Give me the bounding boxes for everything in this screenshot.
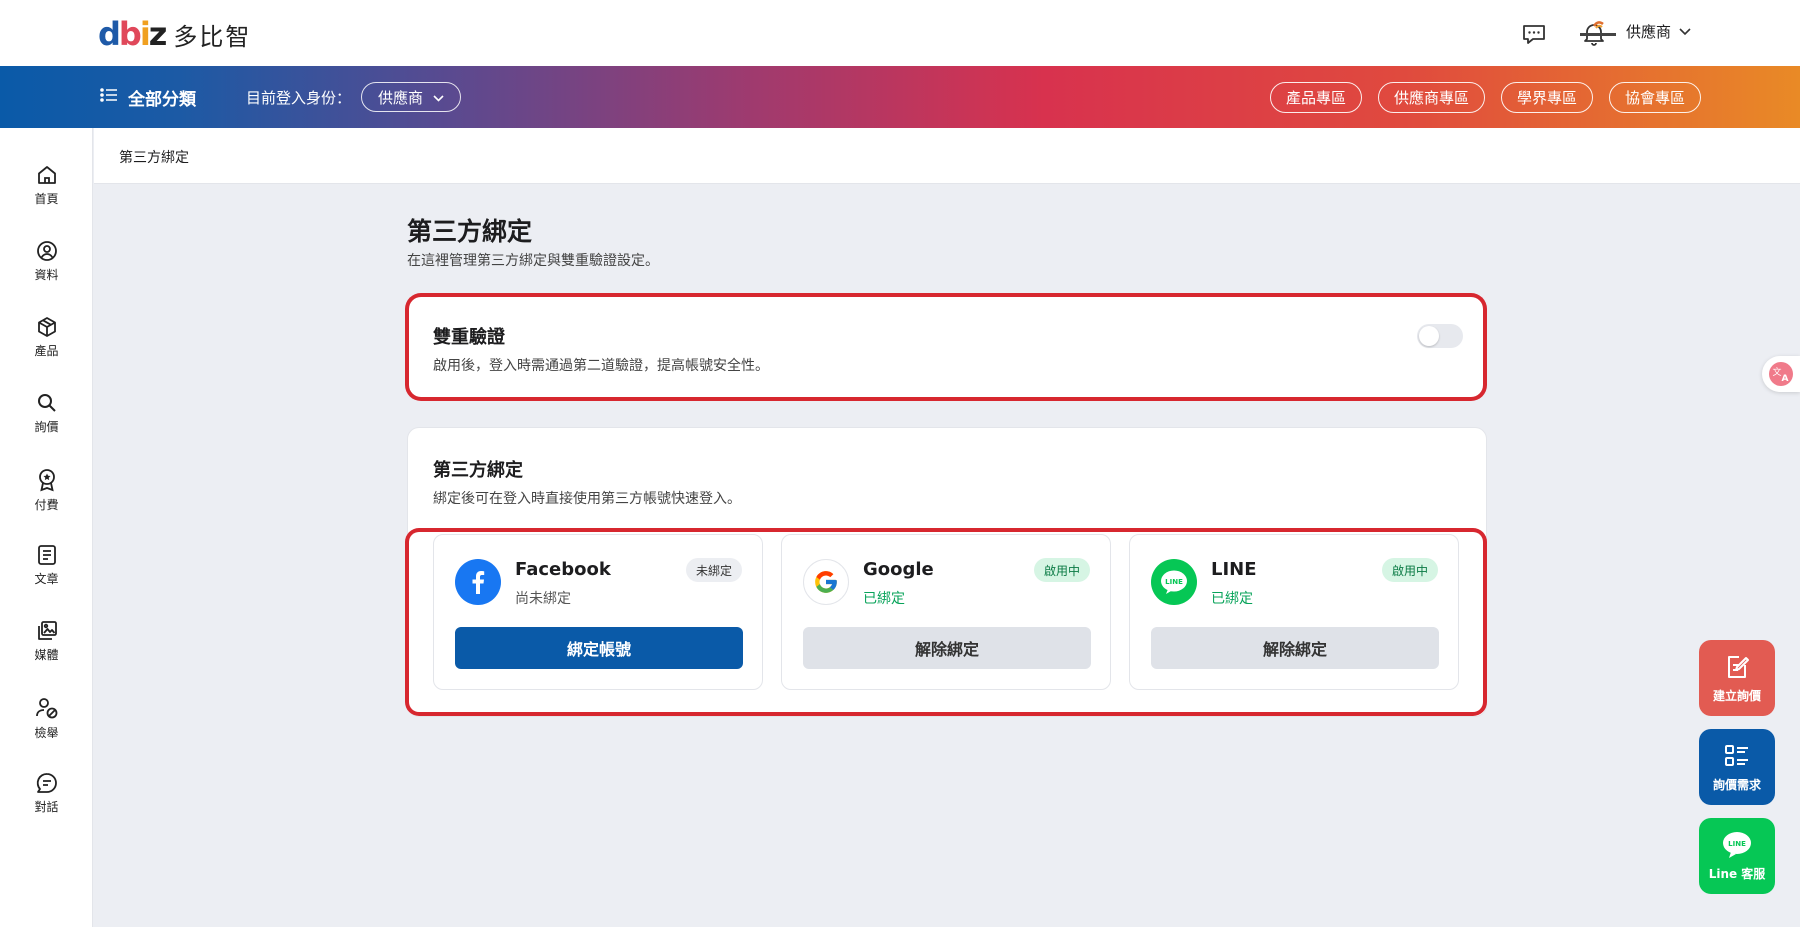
- two-factor-title: 雙重驗證: [433, 327, 505, 348]
- category-navbar: 全部分類 目前登入身份： 供應商 產品專區 供應商專區 學界專區 協會專區: [0, 66, 1800, 128]
- provider-name: Facebook: [515, 559, 611, 580]
- svg-text:文: 文: [1772, 366, 1781, 378]
- unbind-google-button[interactable]: 解除綁定: [803, 627, 1091, 669]
- sidebar-item-payment[interactable]: 付費: [0, 468, 93, 513]
- edit-document-icon: [1728, 655, 1749, 678]
- provider-name: LINE: [1211, 559, 1257, 580]
- provider-list: Facebook 尚未綁定 未綁定 綁定帳號 Google 已綁定 啟用中 解除…: [409, 532, 1483, 712]
- zone-products-link[interactable]: 產品專區: [1269, 82, 1362, 113]
- badge-icon: [38, 469, 55, 492]
- top-bar: d b i z 多比智 供應商: [0, 0, 1800, 66]
- provider-state: 已綁定: [1211, 591, 1253, 607]
- page-subtitle: 在這裡管理第三方綁定與雙重驗證設定。: [407, 253, 659, 269]
- logo[interactable]: d b i z 多比智: [98, 14, 251, 54]
- zone-links: 產品專區 供應商專區 學界專區 協會專區: [1269, 82, 1701, 113]
- translate-icon: 文A: [1769, 362, 1793, 386]
- status-badge: 啟用中: [1033, 558, 1090, 582]
- search-icon: [37, 394, 56, 412]
- sidebar-item-products[interactable]: 產品: [0, 316, 93, 359]
- provider-card-line: LINE LINE 已綁定 啟用中 解除綁定: [1129, 534, 1459, 690]
- sidebar-item-articles[interactable]: 文章: [0, 544, 93, 587]
- google-icon: [803, 559, 849, 605]
- two-factor-card: 雙重驗證 啟用後，登入時需通過第二道驗證，提高帳號安全性。: [409, 297, 1483, 397]
- breadcrumb: 第三方綁定: [94, 128, 1800, 184]
- svg-text:LINE: LINE: [1728, 840, 1746, 848]
- inquiry-demand-button[interactable]: 詢價需求: [1699, 729, 1775, 805]
- chevron-down-icon: [433, 88, 444, 106]
- identity-switcher: 目前登入身份： 供應商: [246, 82, 462, 112]
- provider-name: Google: [863, 559, 934, 580]
- sidebar: 首頁 資料 產品 詢價 付費 文章 媒體 檢舉 對話: [0, 128, 93, 927]
- create-inquiry-button[interactable]: 建立詢價: [1699, 640, 1775, 716]
- chat-icon[interactable]: [1518, 18, 1550, 50]
- sidebar-item-media[interactable]: 媒體: [0, 620, 93, 663]
- sidebar-item-profile[interactable]: 資料: [0, 240, 93, 283]
- sidebar-item-home[interactable]: 首頁: [0, 164, 93, 207]
- message-icon: [36, 773, 57, 793]
- chevron-down-icon: [1679, 22, 1691, 40]
- toggle-knob: [1419, 326, 1439, 346]
- box-icon: [37, 317, 56, 337]
- sidebar-item-report[interactable]: 檢舉: [0, 696, 93, 741]
- svg-text:LINE: LINE: [1165, 578, 1183, 586]
- svg-text:A: A: [1782, 374, 1789, 384]
- identity-label: 目前登入身份：: [246, 88, 352, 107]
- two-factor-toggle[interactable]: [1417, 324, 1463, 348]
- report-user-icon: [35, 698, 57, 719]
- gallery-icon: [37, 621, 57, 640]
- home-icon: [37, 166, 56, 184]
- sidebar-item-chat[interactable]: 對話: [0, 772, 93, 815]
- status-badge: 啟用中: [1381, 558, 1438, 582]
- logo-text: 多比智: [173, 22, 252, 51]
- identity-select[interactable]: 供應商: [361, 82, 462, 112]
- third-party-description: 綁定後可在登入時直接使用第三方帳號快速登入。: [433, 491, 741, 507]
- zone-associations-link[interactable]: 協會專區: [1608, 82, 1701, 113]
- unbind-line-button[interactable]: 解除綁定: [1151, 627, 1439, 669]
- user-icon: [36, 241, 57, 261]
- provider-state: 已綁定: [863, 591, 905, 607]
- identity-value: 供應商: [378, 88, 424, 107]
- logo-mark: d b i z: [98, 15, 167, 53]
- company-logo-icon: [1578, 20, 1618, 42]
- bind-facebook-button[interactable]: 綁定帳號: [455, 627, 743, 669]
- translate-button[interactable]: 文A: [1762, 356, 1800, 392]
- line-chat-icon: LINE: [1723, 831, 1751, 858]
- sidebar-item-inquiry[interactable]: 詢價: [0, 392, 93, 435]
- status-badge: 未綁定: [685, 558, 742, 582]
- provider-state: 尚未綁定: [515, 591, 571, 607]
- line-icon: LINE: [1151, 559, 1197, 605]
- line-support-button[interactable]: LINE Line 客服: [1699, 818, 1775, 894]
- zone-academia-link[interactable]: 學界專區: [1500, 82, 1593, 113]
- two-factor-description: 啟用後，登入時需通過第二道驗證，提高帳號安全性。: [433, 358, 769, 374]
- breadcrumb-current: 第三方綁定: [119, 150, 189, 166]
- facebook-icon: [455, 559, 501, 605]
- all-categories-button[interactable]: 全部分類: [100, 85, 196, 110]
- user-label: 供應商: [1626, 22, 1672, 41]
- third-party-title: 第三方綁定: [433, 460, 523, 481]
- all-categories-label: 全部分類: [128, 90, 196, 110]
- page-title: 第三方綁定: [407, 217, 533, 246]
- document-icon: [37, 545, 56, 565]
- list-detail-icon: [1725, 744, 1748, 766]
- user-menu[interactable]: 供應商: [1578, 20, 1691, 42]
- provider-card-google: Google 已綁定 啟用中 解除綁定: [781, 534, 1111, 690]
- list-icon: [100, 87, 118, 108]
- provider-card-facebook: Facebook 尚未綁定 未綁定 綁定帳號: [433, 534, 763, 690]
- zone-suppliers-link[interactable]: 供應商專區: [1377, 82, 1485, 113]
